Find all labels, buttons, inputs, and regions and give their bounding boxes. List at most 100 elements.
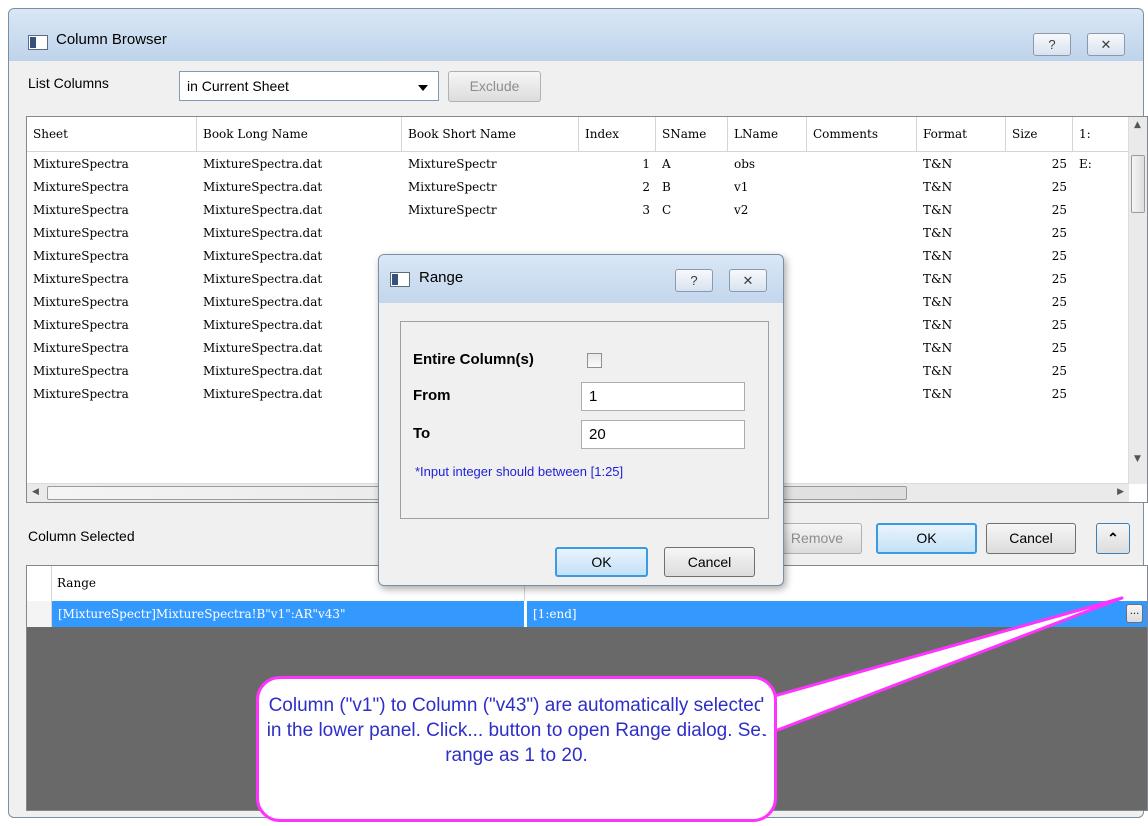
collapse-panel-button[interactable]: ⌃ <box>1096 523 1130 554</box>
cell-comments <box>807 222 917 245</box>
header-index[interactable]: Index <box>579 117 656 151</box>
ok-button[interactable]: OK <box>876 523 977 554</box>
cell-comments <box>807 360 917 383</box>
header-extra[interactable]: 1: <box>1073 117 1131 151</box>
cell-format: T&N <box>923 272 953 286</box>
cell-sheet: MixtureSpectra <box>33 364 129 378</box>
scroll-left-icon[interactable]: ◀ <box>32 487 39 497</box>
range-cancel-button[interactable]: Cancel <box>664 547 755 577</box>
cell-format: T&N <box>923 249 953 263</box>
chevron-up-icon: ⌃ <box>1107 530 1119 546</box>
cell-book-long-name: MixtureSpectra.dat <box>203 364 323 378</box>
scroll-down-icon[interactable]: ▼ <box>1134 454 1141 464</box>
cell-comments <box>807 176 917 199</box>
to-input[interactable]: 20 <box>581 420 745 449</box>
remove-button[interactable]: Remove <box>772 523 862 554</box>
cell-comments <box>807 268 917 291</box>
table-row[interactable]: MixtureSpectra MixtureSpectra.dat MixtureS… <box>27 176 1129 199</box>
cell-format: T&N <box>923 364 953 378</box>
cell-book-long-name: MixtureSpectra.dat <box>203 203 323 217</box>
header-sname[interactable]: SName <box>656 117 728 151</box>
chevron-down-icon <box>418 85 428 91</box>
title-bar: Column Browser ? ✕ <box>9 9 1143 61</box>
cell-book-long-name: MixtureSpectra.dat <box>203 157 323 171</box>
browse-range-button[interactable]: ... <box>1126 604 1143 623</box>
cell-index <box>579 222 656 245</box>
entire-column-checkbox[interactable] <box>587 353 602 368</box>
cell-size: 25 <box>1051 272 1067 286</box>
list-columns-value: in Current Sheet <box>187 78 289 94</box>
callout-joint-mask <box>760 702 768 734</box>
cell-sheet: MixtureSpectra <box>33 387 129 401</box>
selected-rows-cell[interactable]: [1:end] <box>526 601 1147 627</box>
cell-book-short-name: MixtureSpectr <box>408 203 497 217</box>
cell-lname: obs <box>734 157 756 171</box>
header-comments[interactable]: Comments <box>807 117 917 151</box>
cell-lname: v1 <box>734 180 749 194</box>
cell-book-short-name <box>402 222 579 245</box>
table-row[interactable]: MixtureSpectra MixtureSpectra.dat MixtureS… <box>27 199 1129 222</box>
cell-sheet: MixtureSpectra <box>33 318 129 332</box>
cell-sheet: MixtureSpectra <box>33 341 129 355</box>
cell-sheet: MixtureSpectra <box>33 180 129 194</box>
range-help-button[interactable]: ? <box>675 269 713 292</box>
cell-extra <box>1073 222 1131 245</box>
cancel-button[interactable]: Cancel <box>986 523 1076 554</box>
cell-sheet: MixtureSpectra <box>33 249 129 263</box>
from-label: From <box>413 387 451 404</box>
header-sheet[interactable]: Sheet <box>27 117 197 151</box>
cell-extra: E: <box>1079 157 1092 171</box>
header-book-short-name[interactable]: Book Short Name <box>402 117 579 151</box>
cell-index: 2 <box>642 180 650 194</box>
cell-format: T&N <box>923 203 953 217</box>
header-lname[interactable]: LName <box>728 117 807 151</box>
entire-column-label: Entire Column(s) <box>413 351 534 368</box>
annotation-callout: Column ("v1") to Column ("v43") are auto… <box>256 676 777 822</box>
cell-sheet: MixtureSpectra <box>33 157 129 171</box>
column-selected-label: Column Selected <box>28 528 135 544</box>
table-row[interactable]: MixtureSpectra MixtureSpectra.dat MixtureS… <box>27 153 1129 176</box>
row-header-corner <box>27 566 52 601</box>
cell-sname: A <box>662 157 671 171</box>
cell-book-long-name: MixtureSpectra.dat <box>203 180 323 194</box>
range-dialog-title-bar: Range ? ✕ <box>379 255 783 303</box>
exclude-button[interactable]: Exclude <box>448 71 541 102</box>
cell-format: T&N <box>923 341 953 355</box>
close-button[interactable]: ✕ <box>1087 33 1125 56</box>
cell-size: 25 <box>1051 387 1067 401</box>
cell-book-long-name: MixtureSpectra.dat <box>203 272 323 286</box>
vertical-scroll-thumb[interactable] <box>1131 155 1145 213</box>
cell-extra <box>1073 314 1131 337</box>
row-selector[interactable] <box>27 601 52 627</box>
cell-book-long-name: MixtureSpectra.dat <box>203 226 323 240</box>
header-book-long-name[interactable]: Book Long Name <box>197 117 402 151</box>
list-columns-dropdown[interactable]: in Current Sheet <box>179 71 439 101</box>
from-input[interactable]: 1 <box>581 382 745 411</box>
table-row[interactable]: MixtureSpectra MixtureSpectra.dat T&N 25 <box>27 222 1129 245</box>
cell-comments <box>807 153 917 176</box>
selected-range-cell[interactable]: [MixtureSpectr]MixtureSpectra!B"v1":AR"v… <box>52 601 524 627</box>
selected-row[interactable]: [MixtureSpectr]MixtureSpectra!B"v1":AR"v… <box>27 601 1147 627</box>
scroll-up-icon[interactable]: ▲ <box>1134 120 1141 130</box>
cell-book-long-name: MixtureSpectra.dat <box>203 295 323 309</box>
range-options-group: Entire Column(s) From 1 To 20 *Input int… <box>400 321 769 519</box>
help-button[interactable]: ? <box>1033 33 1071 56</box>
header-size[interactable]: Size <box>1006 117 1073 151</box>
cell-size: 25 <box>1051 318 1067 332</box>
cell-comments <box>807 337 917 360</box>
cell-extra <box>1073 360 1131 383</box>
range-close-button[interactable]: ✕ <box>729 269 767 292</box>
cell-extra <box>1073 291 1131 314</box>
column-list-vertical-scrollbar[interactable]: ▲ ▼ <box>1128 117 1147 484</box>
cell-size: 25 <box>1051 203 1067 217</box>
header-format[interactable]: Format <box>917 117 1006 151</box>
range-ok-button[interactable]: OK <box>555 547 648 577</box>
to-label: To <box>413 425 431 442</box>
cell-comments <box>807 199 917 222</box>
cell-extra <box>1073 337 1131 360</box>
cell-sheet: MixtureSpectra <box>33 295 129 309</box>
cell-size: 25 <box>1051 180 1067 194</box>
cell-size: 25 <box>1051 295 1067 309</box>
scroll-right-icon[interactable]: ▶ <box>1117 487 1124 497</box>
cell-book-long-name: MixtureSpectra.dat <box>203 249 323 263</box>
